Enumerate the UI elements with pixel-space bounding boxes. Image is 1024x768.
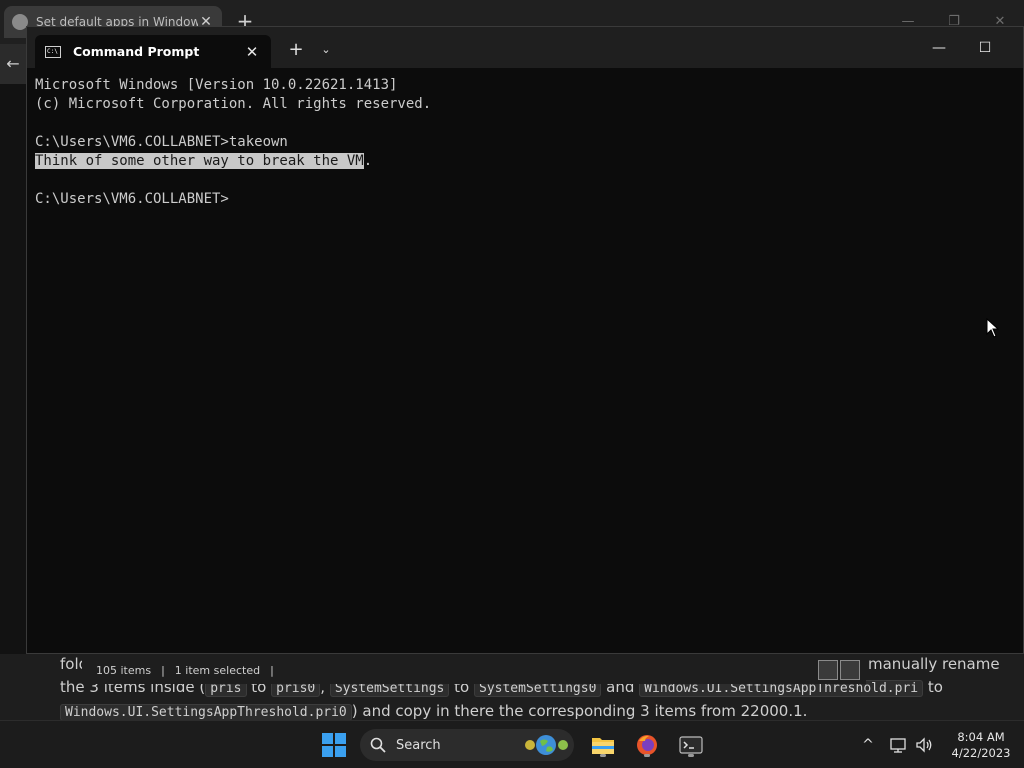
search-label: Search (396, 737, 441, 753)
terminal-line: Microsoft Windows [Version 10.0.22621.14… (35, 77, 398, 93)
taskbar-clock[interactable]: 8:04 AM 4/22/2023 (944, 729, 1018, 761)
firefox-button[interactable] (633, 731, 661, 759)
search-highlight-globe-icon (525, 735, 568, 755)
terminal-line: C:\Users\VM6.COLLABNET>takeown (35, 134, 288, 150)
volume-icon[interactable] (914, 735, 934, 755)
inline-code: Windows.UI.SettingsAppThreshold.pri0 (60, 704, 352, 721)
windows-logo-pane (322, 746, 333, 757)
terminal-title-bar: C:\ Command Prompt ✕ + ⌄ — ☐ (27, 27, 1023, 68)
taskbar: Search ^ 8:04 AM 4/22/2023 (0, 720, 1024, 768)
article-line-1-suffix: manually rename (868, 655, 1000, 673)
windows-logo-icon (322, 733, 333, 744)
terminal-tab-command-prompt[interactable]: C:\ Command Prompt ✕ (35, 35, 271, 68)
status-separator: | (161, 663, 165, 677)
running-indicator (688, 754, 694, 757)
file-explorer-button[interactable] (589, 731, 617, 759)
search-icon (370, 737, 386, 753)
start-button[interactable] (322, 733, 346, 757)
terminal-line-selected: Think of some other way to break the VM. (35, 152, 1015, 171)
terminal-maximize-button[interactable]: ☐ (973, 37, 997, 59)
explorer-status-bar: 105 items | 1 item selected | (82, 656, 866, 684)
terminal-profiles-dropdown-button[interactable]: ⌄ (315, 39, 337, 61)
terminal-tab-close-icon[interactable]: ✕ (243, 43, 261, 61)
running-indicator (644, 754, 650, 757)
show-hidden-icons-button[interactable]: ^ (858, 735, 878, 755)
terminal-output[interactable]: Microsoft Windows [Version 10.0.22621.14… (35, 76, 1015, 636)
article-text: ) and copy in there the corresponding 3 … (351, 702, 808, 720)
running-indicator (600, 754, 606, 757)
terminal-minimize-button[interactable]: — (927, 37, 951, 59)
terminal-taskbar-button[interactable] (677, 731, 705, 759)
terminal-new-tab-button[interactable]: + (285, 39, 307, 61)
desktop-screen: Set default apps in Windows 11 ✕ + — ❐ ✕… (0, 0, 1024, 768)
items-count: 105 items (96, 663, 152, 677)
details-view-icon[interactable] (818, 660, 838, 680)
terminal-text: . (363, 153, 373, 169)
browser-page-margin (0, 84, 26, 654)
clock-date: 4/22/2023 (951, 746, 1011, 760)
terminal-window: C:\ Command Prompt ✕ + ⌄ — ☐ Microsoft W… (26, 26, 1024, 654)
selected-text: Think of some other way to break the VM (35, 153, 364, 169)
terminal-line: (c) Microsoft Corporation. All rights re… (35, 96, 432, 112)
terminal-prompt-line: C:\Users\VM6.COLLABNET> (35, 191, 229, 207)
article-text: to (923, 678, 943, 696)
windows-logo-pane (335, 733, 346, 744)
command-prompt-icon: C:\ (45, 45, 61, 58)
clock-time: 8:04 AM (957, 730, 1005, 744)
network-icon[interactable] (888, 735, 908, 755)
taskbar-search-box[interactable]: Search (360, 729, 574, 761)
large-icons-view-icon[interactable] (840, 660, 860, 680)
explorer-view-switcher (818, 660, 862, 680)
selection-count: 1 item selected (174, 663, 261, 677)
browser-back-button[interactable]: ← (0, 44, 26, 84)
terminal-tab-title: Command Prompt (73, 44, 200, 59)
status-separator: | (270, 663, 274, 677)
windows-logo-pane (335, 746, 346, 757)
mouse-pointer-icon (986, 318, 1000, 338)
